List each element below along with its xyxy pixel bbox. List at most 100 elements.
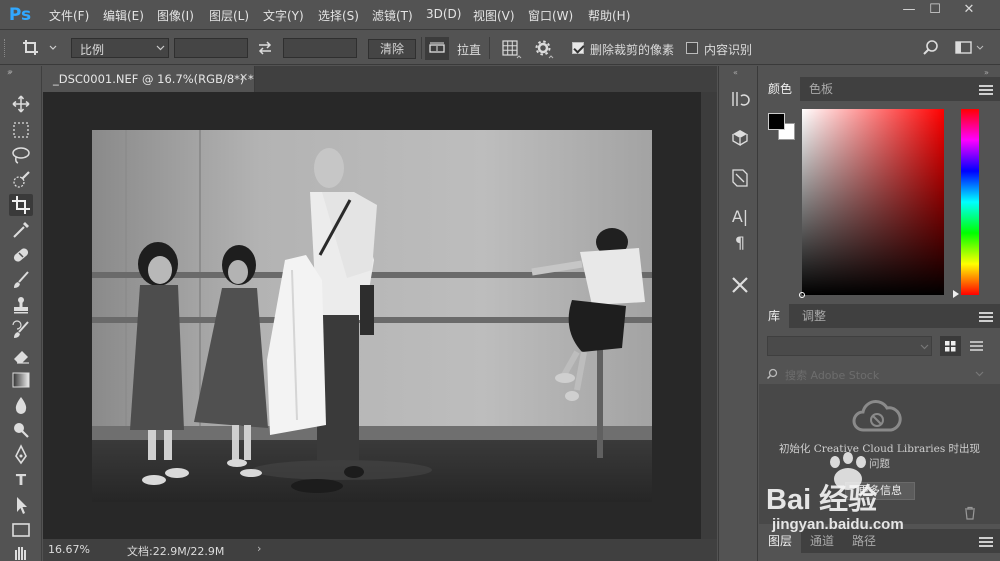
chevron-down-icon	[975, 371, 984, 377]
close-button[interactable]: ✕	[952, 0, 986, 22]
hue-slider-handle[interactable]	[953, 290, 959, 298]
type-tool-icon[interactable]: T	[9, 469, 33, 491]
gear-icon[interactable]	[533, 38, 555, 60]
crop-tool-preset[interactable]	[20, 37, 60, 59]
panel-collapse-icon[interactable]: »	[7, 68, 27, 77]
stock-search[interactable]: 搜索 Adobe Stock	[759, 364, 1000, 384]
restore-button[interactable]: ☐	[918, 0, 952, 22]
character-panel-icon[interactable]: A|	[729, 206, 751, 228]
tab-layers[interactable]: 图层	[759, 529, 802, 553]
tool-presets-panel-icon[interactable]	[729, 274, 751, 296]
tab-color[interactable]: 颜色	[759, 77, 802, 101]
delete-cropped-label: 删除裁剪的像素	[590, 43, 675, 57]
close-tab-icon[interactable]: ✕	[239, 71, 248, 84]
panel-menu-icon[interactable]	[979, 537, 993, 547]
menu-type[interactable]: 文字(Y)	[263, 7, 304, 24]
library-content: 初始化 Creative Cloud Libraries 时出现问题 更多信息	[759, 384, 1000, 524]
color-field[interactable]	[802, 109, 944, 295]
3d-panel-icon[interactable]	[729, 126, 751, 148]
history-brush-tool-icon[interactable]	[9, 319, 33, 341]
clear-button[interactable]: 清除	[368, 39, 416, 59]
menu-select[interactable]: 选择(S)	[318, 7, 359, 24]
quick-selection-tool-icon[interactable]	[9, 169, 33, 191]
overlay-grid-icon[interactable]	[500, 38, 522, 60]
menu-view[interactable]: 视图(V)	[473, 7, 515, 24]
tab-adjustments[interactable]: 调整	[793, 304, 836, 328]
stock-search-placeholder: 搜索 Adobe Stock	[785, 369, 880, 382]
chevron-down-icon	[920, 344, 929, 350]
blur-tool-icon[interactable]	[9, 394, 33, 416]
status-bar: 16.67% 文档:22.9M/22.9M ›	[43, 539, 717, 561]
lasso-tool-icon[interactable]	[9, 144, 33, 166]
foreground-color-swatch[interactable]	[768, 113, 785, 130]
status-menu-arrow-icon[interactable]: ›	[257, 542, 261, 555]
path-selection-tool-icon[interactable]	[9, 494, 33, 516]
library-select[interactable]	[767, 336, 932, 356]
tab-channels[interactable]: 通道	[801, 529, 844, 553]
ratio-select-value: 比例	[80, 43, 105, 57]
color-panel-tabs: 颜色 色板	[759, 77, 1000, 101]
document-tab[interactable]: _DSC0001.NEF @ 16.7%(RGB/8*) * ✕	[43, 66, 255, 92]
hue-slider[interactable]	[961, 109, 979, 295]
straighten-icon[interactable]	[425, 37, 449, 60]
rectangle-tool-icon[interactable]	[9, 519, 33, 541]
library-error-message: 初始化 Creative Cloud Libraries 时出现问题	[778, 443, 981, 470]
tab-paths[interactable]: 路径	[843, 529, 886, 553]
panel-menu-icon[interactable]	[979, 85, 993, 95]
search-icon[interactable]	[921, 38, 941, 58]
crop-tool-icon[interactable]	[9, 194, 33, 216]
clone-stamp-tool-icon[interactable]	[9, 294, 33, 316]
move-tool-icon[interactable]	[9, 93, 33, 115]
paragraph-panel-icon[interactable]: ¶	[729, 232, 751, 254]
library-panel-tabs: 库 调整	[759, 304, 1000, 328]
menu-layer[interactable]: 图层(L)	[209, 7, 249, 24]
brush-tool-icon[interactable]	[9, 269, 33, 291]
menu-filter[interactable]: 滤镜(T)	[372, 7, 413, 24]
menu-3d[interactable]: 3D(D)	[426, 7, 461, 21]
dodge-tool-icon[interactable]	[9, 419, 33, 441]
history-panel-icon[interactable]	[729, 88, 751, 110]
trash-icon[interactable]	[962, 506, 978, 520]
document-image[interactable]	[92, 130, 652, 502]
panel-icon-strip: « A| ¶	[718, 66, 758, 561]
cloud-error-icon	[852, 400, 902, 432]
tab-libraries[interactable]: 库	[759, 304, 790, 328]
grid-view-icon[interactable]	[940, 336, 961, 356]
toolbox: » T	[0, 66, 42, 561]
menu-window[interactable]: 窗口(W)	[528, 7, 573, 24]
eyedropper-tool-icon[interactable]	[9, 219, 33, 241]
photoshop-logo: Ps	[8, 5, 32, 25]
marquee-tool-icon[interactable]	[9, 119, 33, 141]
ratio-select[interactable]: 比例	[71, 38, 169, 58]
menu-file[interactable]: 文件(F)	[49, 7, 89, 24]
document-size: 文档:22.9M/22.9M	[127, 545, 225, 558]
hand-tool-icon[interactable]	[9, 544, 33, 560]
height-input[interactable]	[283, 38, 357, 58]
panel-menu-icon[interactable]	[979, 312, 993, 322]
content-aware-checkbox[interactable]	[686, 42, 698, 54]
menu-help[interactable]: 帮助(H)	[588, 7, 630, 24]
list-view-icon[interactable]	[966, 336, 987, 356]
right-panel-collapse-icon[interactable]: »	[984, 68, 989, 77]
delete-cropped-checkbox[interactable]	[572, 42, 584, 54]
gradient-tool-icon[interactable]	[9, 369, 33, 391]
vertical-scrollbar[interactable]	[701, 92, 717, 539]
strip-collapse-icon[interactable]: «	[733, 68, 738, 77]
straighten-label[interactable]: 拉直	[457, 41, 481, 58]
options-grip	[4, 39, 9, 57]
width-input[interactable]	[174, 38, 248, 58]
zoom-level[interactable]: 16.67%	[48, 543, 90, 556]
properties-panel-icon[interactable]	[729, 167, 751, 189]
swap-dimensions-icon[interactable]	[256, 39, 274, 57]
eraser-tool-icon[interactable]	[9, 344, 33, 366]
pen-tool-icon[interactable]	[9, 444, 33, 466]
menu-edit[interactable]: 编辑(E)	[103, 7, 144, 24]
workspace-icon[interactable]	[953, 38, 985, 58]
options-bar: 比例 清除 拉直 删除裁剪的像素 内容识别	[0, 31, 1000, 65]
more-info-button[interactable]: 更多信息	[845, 482, 915, 500]
healing-brush-tool-icon[interactable]	[9, 244, 33, 266]
menu-image[interactable]: 图像(I)	[157, 7, 194, 24]
right-panels: » 颜色 色板 库 调整 搜索 Adobe Stock 初始化 Creative…	[759, 66, 1000, 561]
tab-swatches[interactable]: 色板	[800, 77, 843, 101]
color-picker-handle[interactable]	[799, 292, 805, 298]
